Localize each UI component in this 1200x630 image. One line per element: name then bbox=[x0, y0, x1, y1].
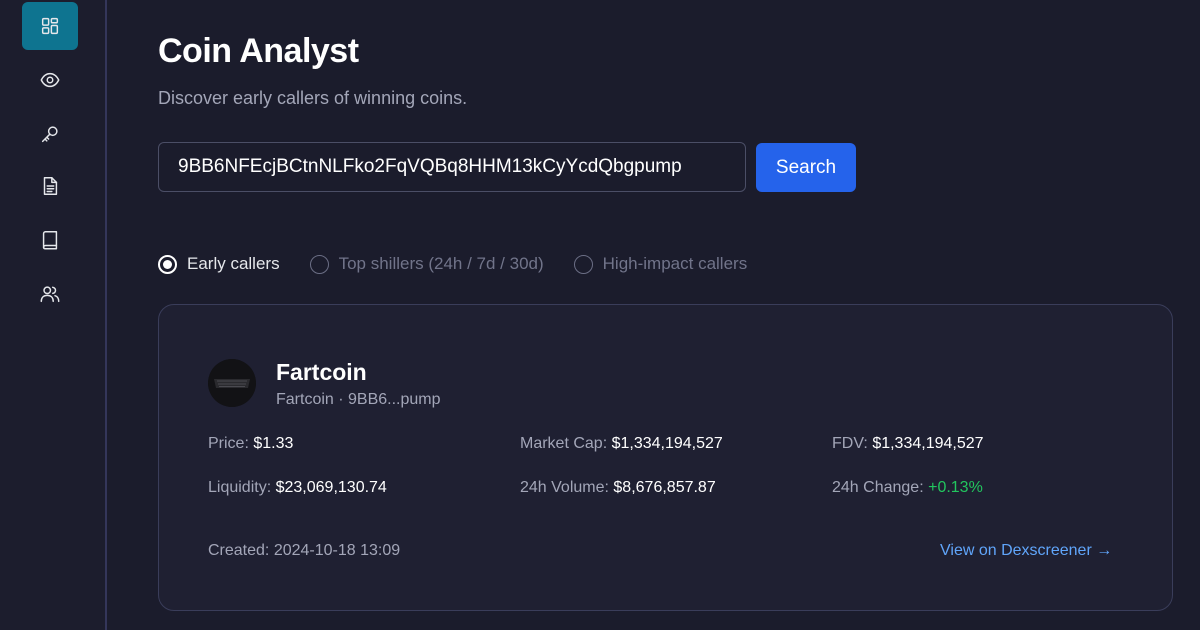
book-icon bbox=[42, 231, 58, 250]
stat-volume: 24h Volume: $8,676,857.87 bbox=[520, 479, 716, 497]
key-icon bbox=[41, 126, 58, 143]
stat-24h-change: 24h Change: +0.13% bbox=[832, 479, 983, 497]
coin-name: Fartcoin bbox=[276, 359, 367, 385]
radio-unselected-icon bbox=[573, 254, 593, 274]
stat-value: $1,334,194,527 bbox=[611, 435, 723, 452]
eye-icon bbox=[40, 72, 60, 88]
stat-value: $23,069,130.74 bbox=[275, 479, 387, 496]
search-button[interactable]: Search bbox=[756, 143, 856, 192]
page-subtitle: Discover early callers of winning coins. bbox=[158, 88, 468, 108]
stat-value: $1.33 bbox=[253, 435, 294, 452]
stat-price: Price: $1.33 bbox=[208, 435, 293, 453]
stat-label: 24h Volume: bbox=[520, 479, 609, 496]
mode-selector: Early callers Top shillers (24h / 7d / 3… bbox=[158, 252, 777, 276]
sidebar-item-users[interactable] bbox=[22, 270, 78, 318]
users-icon bbox=[40, 286, 60, 303]
fartcoin-logo-icon bbox=[208, 359, 256, 407]
sidebar-item-dashboard[interactable] bbox=[22, 2, 78, 50]
main-content: Coin Analyst Discover early callers of w… bbox=[158, 0, 1200, 630]
stat-label: Market Cap: bbox=[520, 435, 608, 452]
dashboard-icon bbox=[41, 17, 59, 35]
mode-option-label: High-impact callers bbox=[602, 254, 748, 273]
page-title: Coin Analyst bbox=[158, 32, 359, 70]
mode-option-top-shillers[interactable]: Top shillers (24h / 7d / 30d) bbox=[309, 254, 544, 274]
dexscreener-link[interactable]: View on Dexscreener → bbox=[940, 542, 1112, 560]
stat-value: $1,334,194,527 bbox=[872, 435, 984, 452]
mode-option-label: Top shillers (24h / 7d / 30d) bbox=[338, 254, 544, 273]
sidebar bbox=[0, 0, 107, 630]
stat-liquidity: Liquidity: $23,069,130.74 bbox=[208, 479, 387, 497]
stat-market-cap: Market Cap: $1,334,194,527 bbox=[520, 435, 723, 453]
search-input[interactable] bbox=[158, 142, 746, 192]
stat-label: Price: bbox=[208, 435, 249, 452]
mode-option-label: Early callers bbox=[187, 254, 280, 273]
sidebar-item-keys[interactable] bbox=[22, 110, 78, 158]
stat-fdv: FDV: $1,334,194,527 bbox=[832, 435, 984, 453]
radio-selected-icon bbox=[158, 254, 177, 274]
stat-value: +0.13% bbox=[928, 479, 983, 496]
stat-label: Liquidity: bbox=[208, 479, 272, 496]
sidebar-item-documents[interactable] bbox=[22, 162, 78, 210]
sidebar-item-library[interactable] bbox=[22, 216, 78, 264]
stat-label: FDV: bbox=[832, 435, 868, 452]
document-icon bbox=[43, 177, 58, 195]
radio-unselected-icon bbox=[309, 254, 329, 274]
coin-card: Fartcoin Fartcoin · 9BB6...pump Price: $… bbox=[158, 304, 1173, 611]
created-date: Created: 2024-10-18 13:09 bbox=[208, 542, 401, 559]
coin-subtitle: Fartcoin · 9BB6...pump bbox=[276, 391, 441, 408]
mode-option-early-callers[interactable]: Early callers bbox=[158, 254, 280, 274]
stat-label: 24h Change: bbox=[832, 479, 924, 496]
stat-value: $8,676,857.87 bbox=[613, 479, 716, 496]
mode-option-high-impact[interactable]: High-impact callers bbox=[573, 254, 748, 274]
sidebar-item-watch[interactable] bbox=[22, 56, 78, 104]
